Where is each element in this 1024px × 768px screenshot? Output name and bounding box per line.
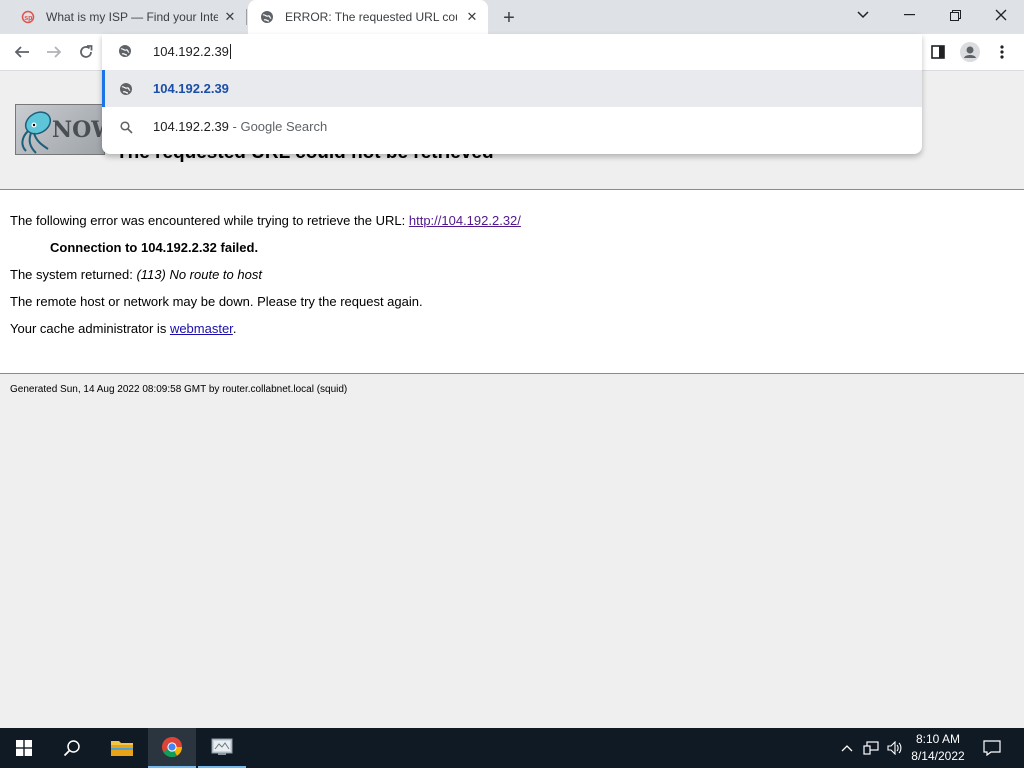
logo-text: NOW xyxy=(52,117,104,143)
reload-icon[interactable] xyxy=(72,38,100,66)
globe-icon xyxy=(259,9,275,25)
error-body: The following error was encountered whil… xyxy=(0,190,1024,373)
connection-failed-text: Connection to 104.192.2.32 failed. xyxy=(50,240,259,255)
chevron-up-icon[interactable] xyxy=(838,728,856,768)
squid-logo: NOW xyxy=(15,104,105,155)
system-clock[interactable]: 8:10 AM 8/14/2022 xyxy=(902,731,974,765)
generated-footer: Generated Sun, 14 Aug 2022 08:09:58 GMT … xyxy=(10,384,348,395)
taskbar: 8:10 AM 8/14/2022 xyxy=(0,728,1024,768)
search-icon[interactable] xyxy=(48,728,96,768)
network-icon[interactable] xyxy=(860,728,882,768)
close-tab-icon[interactable]: ✕ xyxy=(222,9,238,25)
page-content: NOW The requested URL could not be retri… xyxy=(0,72,1024,728)
globe-icon xyxy=(118,44,132,63)
tab-title: ERROR: The requested URL could xyxy=(285,10,457,24)
clock-date: 8/14/2022 xyxy=(911,749,965,763)
chrome-taskbar-icon[interactable] xyxy=(148,728,196,768)
svg-text:sp: sp xyxy=(24,15,32,22)
omnibox-suggestion[interactable]: 104.192.2.39 - Google Search xyxy=(102,108,922,145)
isp-favicon-icon: sp xyxy=(20,9,36,25)
menu-kebab-icon[interactable] xyxy=(988,38,1016,66)
network-app-icon[interactable] xyxy=(198,728,246,768)
notifications-icon[interactable] xyxy=(980,728,1004,768)
file-explorer-icon[interactable] xyxy=(98,728,146,768)
forward-icon[interactable] xyxy=(40,38,68,66)
suggestion-text: 104.192.2.39 - Google Search xyxy=(153,119,328,134)
remote-host-message: The remote host or network may be down. … xyxy=(10,294,423,309)
side-panel-icon[interactable] xyxy=(924,38,952,66)
system-returned: The system returned: (113) No route to h… xyxy=(10,267,262,282)
close-window-icon[interactable] xyxy=(978,0,1024,30)
tab-what-is-my-isp[interactable]: sp What is my ISP — Find your Inte ✕ xyxy=(2,0,246,34)
error-url-link[interactable]: http://104.192.2.32/ xyxy=(409,213,521,228)
tab-title: What is my ISP — Find your Inte xyxy=(46,10,218,24)
omnibox-dropdown: 104.192.2.39 104.192.2.39 104.192.2.39 -… xyxy=(102,34,922,154)
new-tab-button[interactable]: + xyxy=(498,7,520,29)
address-bar[interactable]: 104.192.2.39 xyxy=(102,34,922,70)
error-intro: The following error was encountered whil… xyxy=(10,213,521,228)
suggestion-text: 104.192.2.39 xyxy=(153,81,229,96)
text-caret xyxy=(229,44,231,59)
profile-avatar-icon[interactable] xyxy=(956,38,984,66)
minimize-icon[interactable] xyxy=(886,0,932,30)
webmaster-link[interactable]: webmaster xyxy=(170,321,233,336)
close-tab-icon[interactable]: ✕ xyxy=(464,9,480,25)
tab-divider xyxy=(246,9,247,25)
back-icon[interactable] xyxy=(8,38,36,66)
tab-strip: sp What is my ISP — Find your Inte ✕ ERR… xyxy=(0,0,1024,34)
start-windows-icon[interactable] xyxy=(0,728,48,768)
clock-time: 8:10 AM xyxy=(915,732,961,746)
search-icon xyxy=(118,119,134,135)
tab-search-chevron-icon[interactable] xyxy=(840,0,886,30)
cache-admin: Your cache administrator is webmaster. xyxy=(10,321,237,336)
globe-icon xyxy=(118,81,134,97)
restore-icon[interactable] xyxy=(932,0,978,30)
address-input[interactable]: 104.192.2.39 xyxy=(153,44,231,59)
omnibox-suggestion[interactable]: 104.192.2.39 xyxy=(102,70,922,107)
divider xyxy=(0,373,1024,374)
tab-error-page[interactable]: ERROR: The requested URL could ✕ xyxy=(248,0,488,34)
